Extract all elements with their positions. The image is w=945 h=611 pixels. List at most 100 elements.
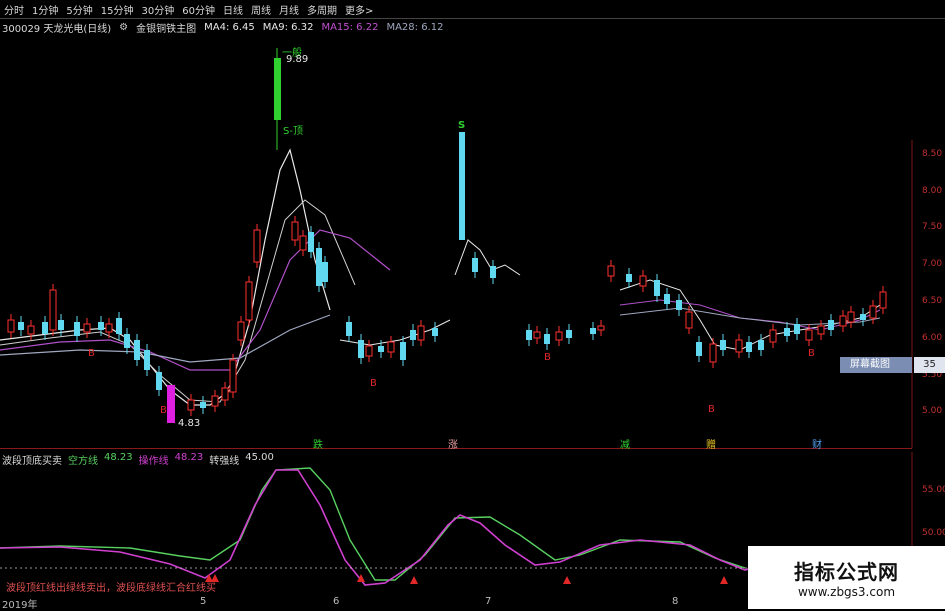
candle-body [58,320,64,330]
candle-body [533,331,541,339]
candle-body [869,305,877,319]
candle-body [860,314,866,320]
screenshot-label[interactable]: 屏幕截图 [840,357,912,373]
candle-body [134,340,140,360]
candle-body [735,339,743,353]
main-chart[interactable] [0,0,945,609]
candle-body [794,324,800,334]
candle-body [410,330,416,340]
candle-body [18,322,24,330]
event-mark-2[interactable]: 涨 [448,436,458,451]
s-mark: S [458,120,466,131]
candle-body [839,315,847,327]
candle-body [654,280,660,296]
candle-body [299,235,307,251]
candle-body [417,325,425,341]
event-mark-3[interactable]: 减 [620,436,630,451]
candle-body [555,331,563,341]
candle-body [221,387,229,401]
candle-body [828,320,834,330]
candle-body [229,359,237,393]
price-tick-0: 8.50 [922,149,943,159]
sub-green-line [0,467,746,581]
candle-body [696,342,702,356]
candle-body [639,275,647,287]
candle-body [685,311,693,329]
watermark: 指标公式网 www.zbgs3.com [748,546,945,609]
buy-arrow-4 [410,576,418,584]
candle-body [291,221,299,241]
candle-body [597,325,605,331]
sub-panel-title: 波段顶底买卖 空方线 48.23 操作线 48.23 转强线 45.00 [2,452,274,467]
buy-arrow-3 [357,574,365,582]
sub-line2-label: 操作线 [138,456,169,467]
candle-body [472,258,478,272]
x-date-2: 6 [333,596,340,607]
candle-body [490,266,496,278]
candle-body [879,291,887,309]
event-mark-4[interactable]: 赠 [706,436,716,451]
candle-body [237,321,245,341]
candle-body [769,329,777,343]
candle-body [98,322,104,330]
watermark-url: www.zbgs3.com [797,585,896,599]
event-mark-5[interactable]: 财 [812,436,822,451]
candle-body [156,372,162,390]
candle-body [358,340,364,358]
candle-body [316,248,322,286]
candle-body [758,340,764,350]
s-cyan-bar [459,132,465,240]
sub-line3-label: 转强线 [209,456,240,467]
candle-body [709,343,717,363]
candle-body [526,330,532,340]
sub-indicator-name[interactable]: 波段顶底买卖 [2,452,62,467]
candle-body [720,340,726,350]
x-date-4: 8 [672,596,679,607]
ma-white-line [0,148,331,406]
candle-body [42,322,48,334]
top-tag: S-顶 [283,126,303,137]
buy-arrow-5 [563,576,571,584]
sub-line2-value: 48.23 [174,452,204,463]
b-mark-1: B [88,348,95,359]
price-tick-5: 6.00 [922,333,943,343]
b-mark-5: B [708,404,715,415]
watermark-title: 指标公式网 [794,560,899,584]
b-mark-3: B [370,378,377,389]
event-mark-1[interactable]: 跌 [313,436,323,451]
price-tick-1: 8.00 [922,186,943,196]
sub-line3-value: 45.00 [245,452,274,463]
strategy-note: 波段顶红线出绿线卖出，波段底绿线汇合红线买 [6,583,216,594]
candle-body [607,265,615,277]
candle-body [400,342,406,360]
candle-body [83,323,91,333]
candle-body [124,334,130,348]
sub-line1-label: 空方线 [68,456,98,467]
ma-white-seg-mid [454,239,521,276]
candle-body [346,322,352,336]
sub-tick-50: 50.00 [922,528,945,538]
price-tick-3: 7.00 [922,259,943,269]
candle-body [322,262,328,282]
b-mark-6: B [808,348,815,359]
ma-purple-line [0,229,391,371]
candle-body [116,318,122,334]
sub-tick-55: 55.00 [922,485,945,495]
candle-body [27,325,35,335]
candle-body [805,329,813,341]
low-price: 4.83 [178,418,201,429]
candle-body [378,346,384,352]
candle-body [664,294,670,304]
price-tick-2: 7.50 [922,222,943,232]
candle-body [676,300,682,310]
candle-body [211,395,219,407]
candle-body [566,330,572,338]
candle-body [817,325,825,335]
candle-body [200,402,206,408]
price-tick-7: 5.00 [922,406,943,416]
candle-body [7,319,15,333]
sub-line1-value: 48.23 [104,452,133,463]
candle-body [590,328,596,334]
candle-body [144,350,150,370]
candle-body [253,229,261,263]
